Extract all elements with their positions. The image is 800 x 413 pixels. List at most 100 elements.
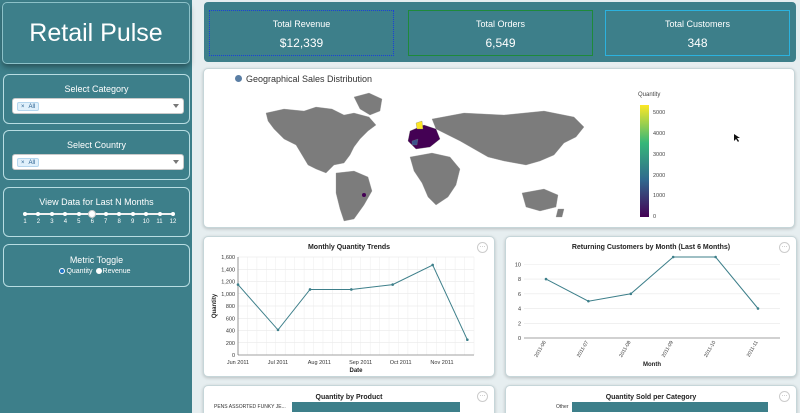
monthly-quantity-chart: 0 200 400 600 800 1,000 1,200 1,400 1,600 Jun 201…	[212, 255, 475, 374]
category-filter-panel: Select Category × All	[3, 74, 190, 124]
slider-step[interactable]	[171, 212, 175, 216]
kpi-total-revenue: Total Revenue $12,339	[209, 10, 394, 56]
bar[interactable]	[572, 402, 768, 412]
app-title: Retail Pulse	[2, 2, 190, 64]
slider-step[interactable]	[130, 212, 135, 216]
y-tick-label: 1,600	[221, 255, 235, 261]
x-tick-label: Jul 2011	[268, 360, 288, 366]
returning-customers-card: Returning Customers by Month (Last 6 Mon…	[505, 236, 797, 377]
colorbar-tick-label: 1000	[653, 193, 666, 200]
data-point	[391, 283, 394, 286]
slider-mark-label: 3	[50, 219, 54, 225]
y-tick-label: 0	[518, 336, 521, 342]
slider-step[interactable]	[157, 212, 162, 216]
kpi-total-customers: Total Customers 348	[605, 10, 790, 56]
slider-step[interactable]	[103, 212, 108, 216]
bar[interactable]	[292, 402, 460, 412]
chevron-down-icon[interactable]	[173, 104, 179, 108]
map-brazil-marker	[362, 193, 366, 197]
x-tick-label: 2011-11	[746, 340, 760, 358]
radio-button-icon[interactable]	[95, 268, 102, 274]
kpi-label: Total Orders	[475, 19, 526, 29]
map-card: Geographical Sales Distribution Quantity…	[203, 68, 795, 228]
map-greenland	[353, 92, 383, 116]
slider-track[interactable]	[25, 213, 173, 215]
colorbar-title: Quantity	[638, 92, 661, 98]
data-point	[350, 288, 353, 291]
metric-toggle-title: Metric Toggle	[69, 255, 124, 265]
category-chart-title: Quantity Sold per Category	[605, 394, 697, 401]
y-tick-label: 1,400	[221, 267, 235, 273]
category-chip-label: All	[28, 104, 36, 110]
colorbar-tick-label: 5000	[653, 110, 666, 117]
slider-mark-label: 1	[23, 219, 27, 225]
slider-step[interactable]	[76, 212, 81, 216]
returning-customers-chart: 0 2 4 6 8 10 2011-06 2011-07 2011-08 2011-09 2011-…	[515, 255, 780, 368]
metric-radio-group: Quantity Revenue	[4, 268, 189, 275]
map-north-america	[265, 106, 377, 174]
slider-step[interactable]	[23, 212, 27, 216]
colorbar-tick-label: 4000	[653, 131, 666, 138]
kpi-label: Total Customers	[664, 19, 731, 29]
country-select[interactable]: × All	[12, 154, 184, 170]
slider-handle[interactable]	[88, 210, 97, 218]
slider-step[interactable]	[63, 212, 68, 216]
data-point	[431, 263, 434, 267]
more-options-icon[interactable]: ···	[477, 391, 488, 402]
slider-mark-label: 12	[169, 219, 177, 225]
data-point	[276, 328, 280, 332]
data-point	[671, 255, 675, 259]
sidebar: Retail Pulse Select Category × All Select…	[0, 0, 192, 413]
more-options-icon[interactable]: ···	[779, 391, 790, 402]
monthly-chart-title: Monthly Quantity Trends	[307, 244, 391, 251]
slider-mark-label: 4	[63, 219, 68, 225]
data-point	[236, 283, 240, 286]
y-tick-label: 10	[515, 262, 521, 268]
map-new-zealand	[555, 208, 565, 218]
category-chip[interactable]: × All	[17, 102, 40, 111]
slider-step[interactable]	[49, 212, 54, 216]
slider-step[interactable]	[144, 212, 149, 216]
months-filter-panel: View Data for Last N Months 1 2 3 4 5 6 7 8 9 10 1…	[3, 187, 190, 237]
kpi-total-orders: Total Orders 6,549	[408, 10, 593, 56]
y-tick-label: 6	[518, 292, 521, 298]
radio-revenue[interactable]: Revenue	[95, 268, 131, 275]
radio-label: Revenue	[102, 268, 131, 275]
country-chip[interactable]: × All	[17, 158, 40, 167]
x-tick-label: 2011-06	[534, 340, 548, 359]
y-tick-label: 400	[226, 329, 235, 335]
category-select[interactable]: × All	[12, 98, 184, 114]
x-tick-label: 2011-08	[618, 340, 632, 359]
map-united-kingdom	[415, 120, 424, 130]
data-point	[308, 288, 312, 291]
x-axis-title: Month	[643, 362, 661, 368]
y-tick-label: 1,000	[221, 292, 235, 298]
data-point	[629, 292, 633, 296]
months-filter-title: View Data for Last N Months	[39, 197, 154, 207]
x-axis-title: Date	[349, 368, 363, 374]
x-tick-label: Oct 2011	[390, 360, 412, 366]
slider-step[interactable]	[36, 212, 41, 216]
slider-mark-label: 8	[117, 219, 121, 225]
bar-label: PENS ASSORTED FUNKY JE...	[214, 404, 286, 410]
slider-step[interactable]	[117, 212, 122, 216]
colorbar-tick-label: 3000	[653, 151, 666, 158]
remove-chip-icon[interactable]: ×	[21, 160, 25, 166]
slider-mark-label: 6	[90, 219, 94, 225]
bar-label: Other	[556, 404, 569, 410]
y-tick-label: 800	[226, 304, 235, 310]
kpi-label: Total Revenue	[272, 19, 331, 29]
radio-button-icon[interactable]	[59, 268, 66, 274]
returning-chart-title: Returning Customers by Month (Last 6 Mon…	[571, 244, 731, 251]
country-filter-title: Select Country	[66, 140, 127, 150]
map-south-america	[335, 170, 373, 222]
chevron-down-icon[interactable]	[173, 160, 179, 164]
remove-chip-icon[interactable]: ×	[21, 104, 25, 110]
x-tick-label: Sep 2011	[349, 360, 372, 366]
kpi-value: $12,339	[279, 36, 324, 50]
map-australia	[521, 188, 559, 212]
x-tick-label: 2011-07	[576, 340, 590, 359]
radio-quantity[interactable]: Quantity	[59, 268, 93, 275]
x-tick-label: Nov 2011	[430, 360, 453, 366]
world-map[interactable]	[204, 69, 795, 228]
